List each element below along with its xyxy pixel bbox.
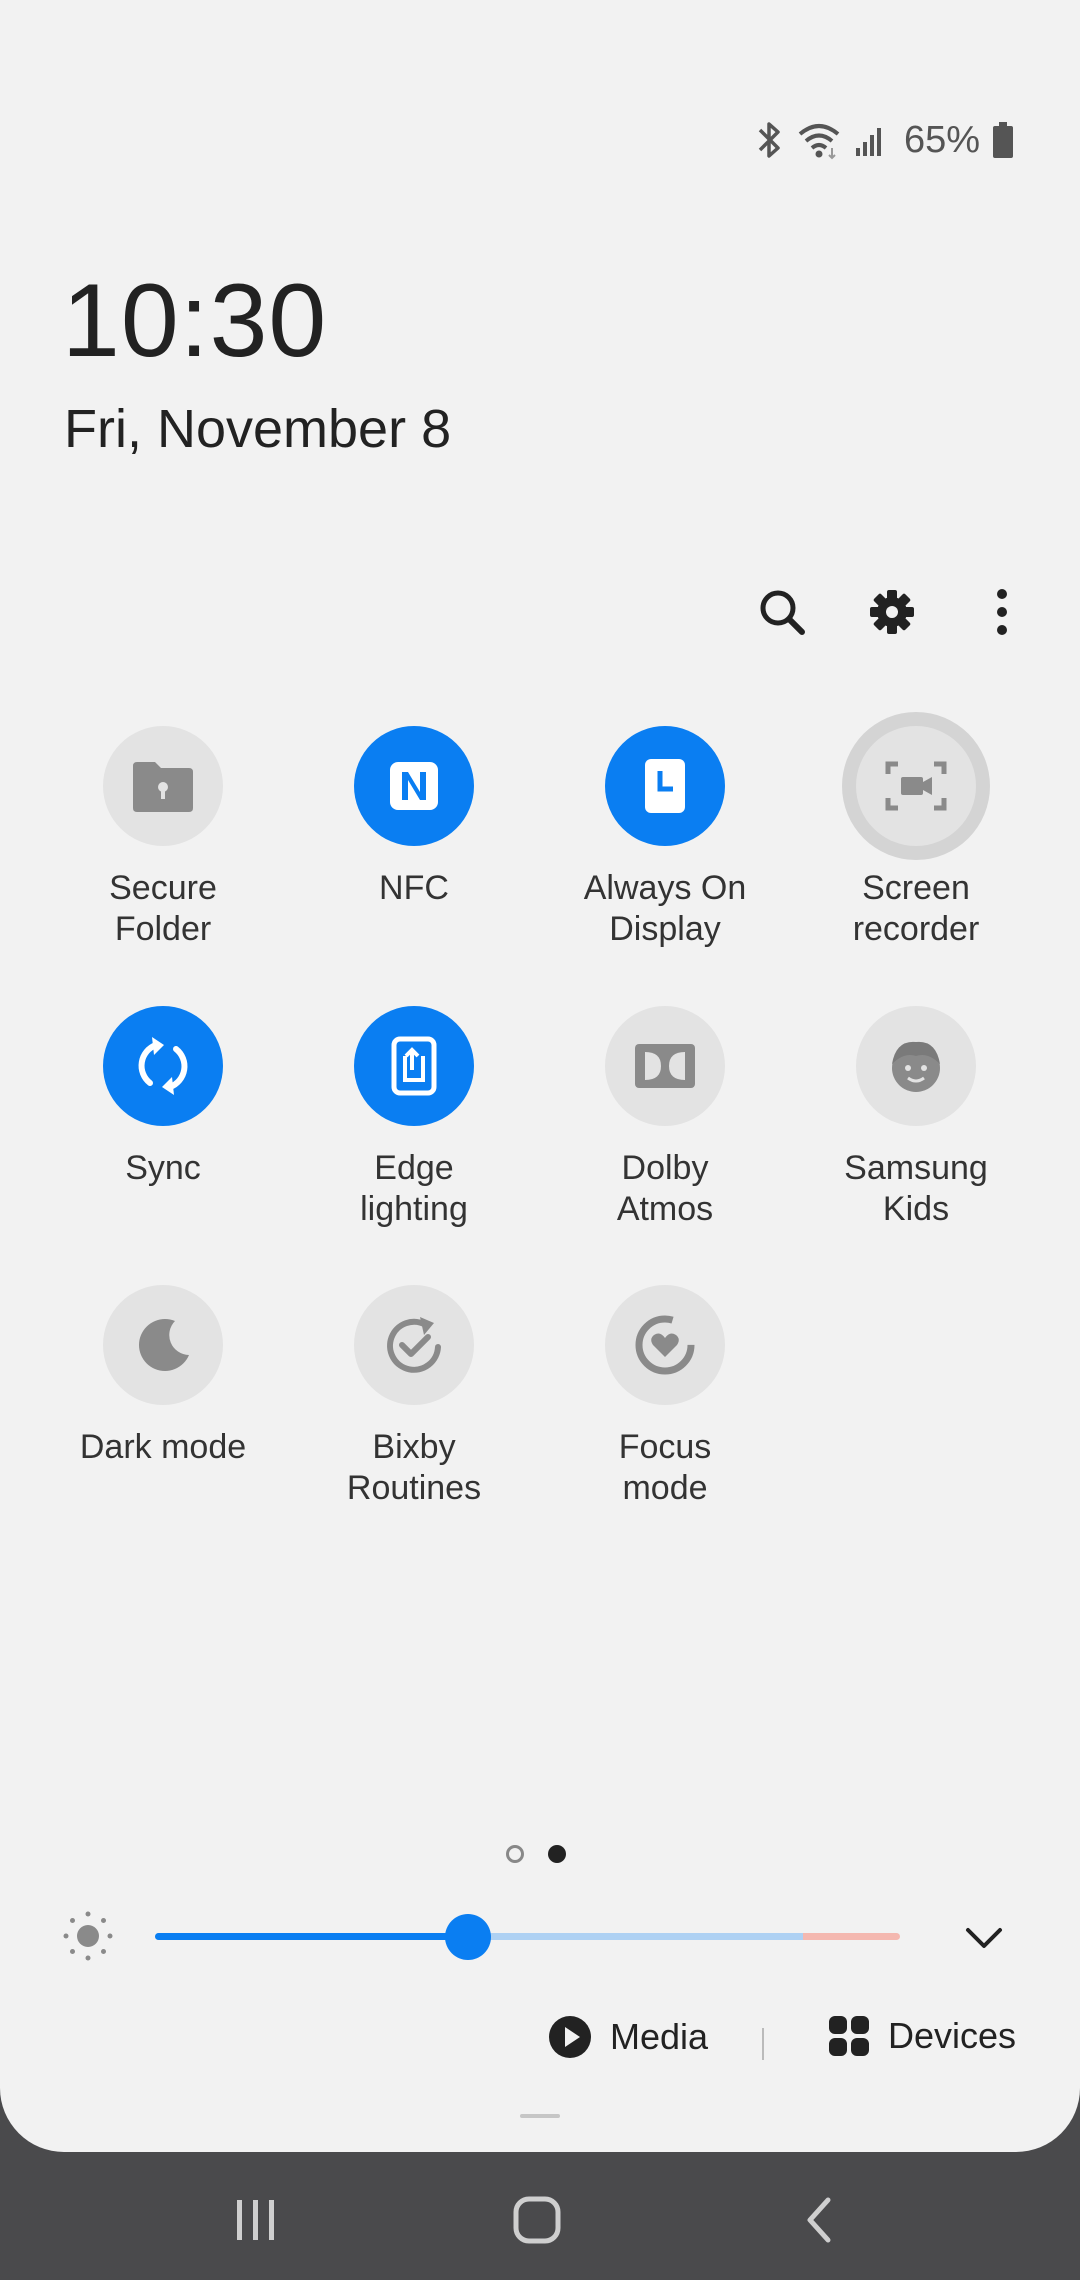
tile-label: NFC	[379, 869, 449, 907]
moon-icon	[139, 1319, 189, 1371]
nfc-icon	[390, 762, 438, 810]
search-button[interactable]	[746, 576, 818, 648]
tile-edge-lighting-toggle[interactable]	[354, 1006, 474, 1126]
brightness-thumb[interactable]	[444, 1914, 491, 1960]
sync-icon	[138, 1037, 188, 1095]
bixby-routines-icon	[387, 1317, 441, 1373]
home-button[interactable]	[497, 2190, 577, 2250]
tile-bixby-routines[interactable]: Bixby Routines	[289, 1285, 539, 1509]
back-icon	[807, 2197, 831, 2243]
media-button[interactable]: Media	[548, 2015, 708, 2059]
edge-lighting-icon	[391, 1036, 437, 1096]
more-options-button[interactable]	[966, 576, 1038, 648]
expand-button[interactable]	[962, 1918, 1006, 1963]
quick-panel: 65% 10:30 Fri, November 8 Secure Folder …	[0, 0, 1080, 2152]
battery-icon	[992, 121, 1014, 159]
wifi-icon	[796, 120, 842, 160]
recents-icon	[237, 2200, 274, 2240]
tile-label: Bixby Routines	[346, 1428, 482, 1507]
search-icon	[760, 590, 805, 635]
quick-panel-toolbar	[746, 576, 1038, 648]
secure-folder-icon	[133, 762, 193, 812]
tile-sync[interactable]: Sync	[38, 1006, 288, 1189]
tile-always-on-display[interactable]: Always On Display	[540, 726, 790, 950]
tile-label: Sync	[125, 1149, 201, 1187]
tile-nfc-toggle[interactable]	[354, 726, 474, 846]
tile-label: Samsung Kids	[844, 1149, 988, 1228]
tile-sync-toggle[interactable]	[103, 1006, 223, 1126]
screen-recorder-icon	[885, 761, 947, 811]
tile-samsung-kids[interactable]: Samsung Kids	[791, 1006, 1041, 1230]
settings-button[interactable]	[856, 576, 928, 648]
focus-mode-icon	[635, 1315, 695, 1375]
devices-icon	[829, 2016, 869, 2056]
chevron-down-icon	[966, 1928, 1002, 1948]
tile-screen-recorder[interactable]: Screen recorder	[791, 726, 1041, 950]
gear-icon	[870, 590, 914, 634]
back-button[interactable]	[778, 2190, 858, 2250]
page-dot-2[interactable]	[548, 1845, 566, 1863]
tile-label: Dolby Atmos	[616, 1149, 714, 1228]
tile-label: Dark mode	[79, 1428, 247, 1466]
tile-always-on-display-toggle[interactable]	[605, 726, 725, 846]
dolby-icon	[635, 1044, 695, 1088]
tile-bixby-routines-toggle[interactable]	[354, 1285, 474, 1405]
tile-nfc[interactable]: NFC	[289, 726, 539, 909]
brightness-fill	[155, 1933, 468, 1940]
play-icon	[549, 2016, 591, 2058]
tile-samsung-kids-toggle[interactable]	[856, 1006, 976, 1126]
status-bar: 65%	[754, 112, 1014, 168]
bluetooth-icon	[754, 120, 784, 160]
tile-label: Secure Folder	[109, 869, 217, 948]
clock-time[interactable]: 10:30	[62, 262, 327, 381]
tile-dark-mode[interactable]: Dark mode	[38, 1285, 288, 1468]
tile-label: Edge lighting	[360, 1149, 468, 1228]
tile-label: Screen recorder	[852, 869, 980, 948]
brightness-icon	[60, 1908, 116, 1969]
samsung-kids-icon	[892, 1041, 940, 1092]
always-on-display-icon	[645, 759, 685, 813]
tile-secure-folder[interactable]: Secure Folder	[38, 726, 288, 950]
page-indicator	[506, 1845, 566, 1863]
drag-handle[interactable]	[520, 2114, 560, 2118]
tile-screen-recorder-toggle[interactable]	[856, 726, 976, 846]
brightness-slider[interactable]	[155, 1914, 900, 1960]
page-dot-1[interactable]	[506, 1845, 524, 1863]
divider	[762, 2028, 764, 2060]
tile-edge-lighting[interactable]: Edge lighting	[289, 1006, 539, 1230]
tile-label: Always On Display	[583, 869, 747, 948]
clock-date[interactable]: Fri, November 8	[64, 398, 451, 460]
tile-dark-mode-toggle[interactable]	[103, 1285, 223, 1405]
tile-dolby-atmos-toggle[interactable]	[605, 1006, 725, 1126]
media-label: Media	[610, 2016, 709, 2057]
recents-button[interactable]	[216, 2190, 296, 2250]
tile-dolby-atmos[interactable]: Dolby Atmos	[540, 1006, 790, 1230]
tile-focus-mode[interactable]: Focus mode	[540, 1285, 790, 1509]
tile-label: Focus mode	[618, 1428, 712, 1507]
tile-secure-folder-toggle[interactable]	[103, 726, 223, 846]
devices-button[interactable]: Devices	[828, 2015, 1016, 2057]
home-icon	[513, 2196, 561, 2244]
more-vert-icon	[997, 589, 1007, 635]
tile-focus-mode-toggle[interactable]	[605, 1285, 725, 1405]
battery-percent: 65%	[903, 118, 980, 161]
devices-label: Devices	[888, 2015, 1017, 2056]
signal-icon	[854, 120, 886, 160]
